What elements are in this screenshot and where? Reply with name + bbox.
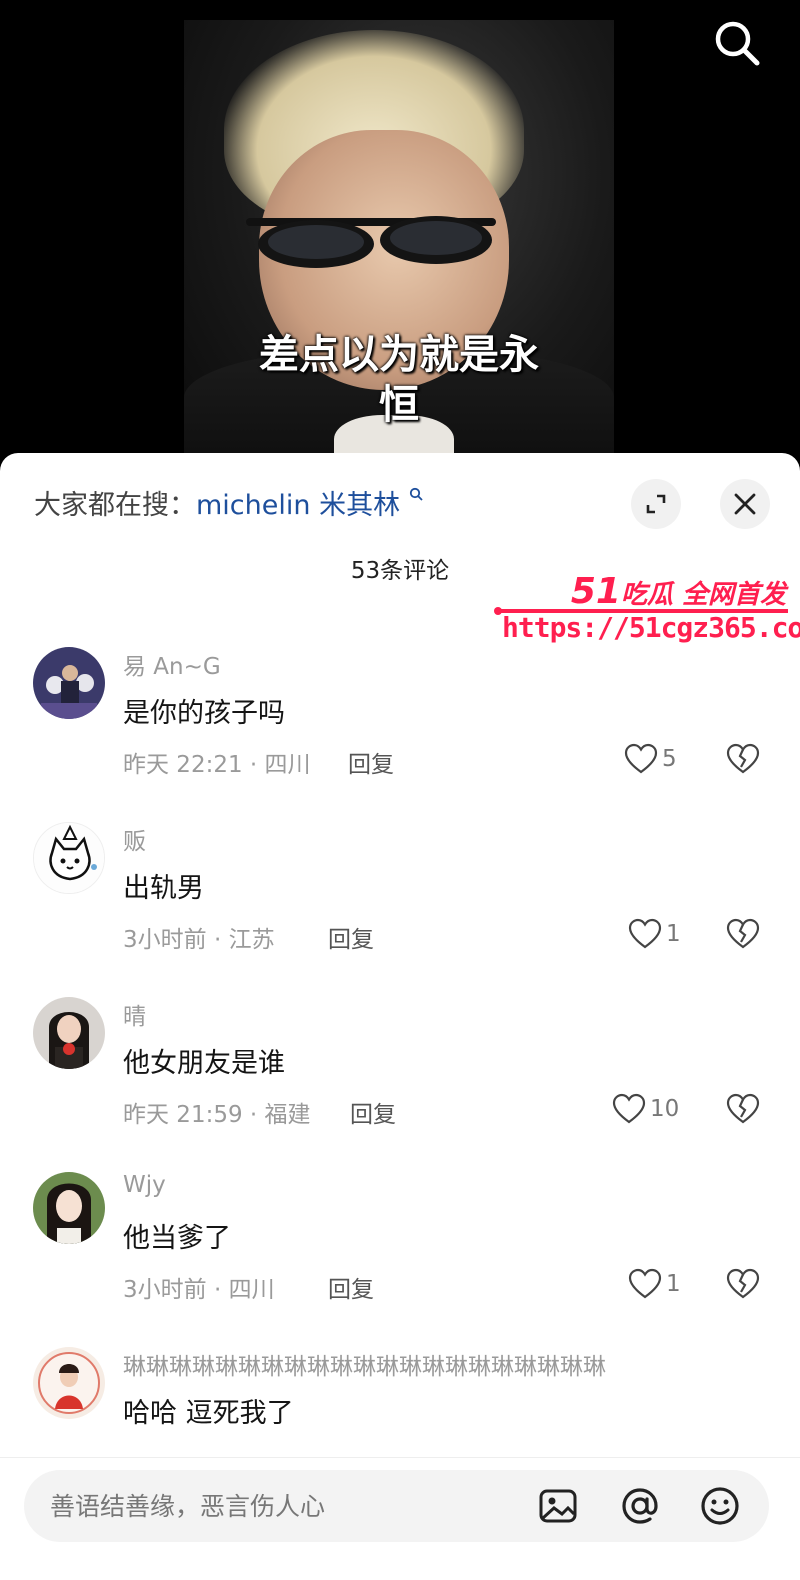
comment-input-container (24, 1470, 769, 1542)
comment-input[interactable] (50, 1470, 520, 1542)
broken-heart-icon (726, 743, 760, 774)
video-figure-sunglasses (246, 216, 496, 268)
close-button[interactable] (720, 479, 770, 529)
comment-text: 哈哈 逗死我了 (123, 1398, 294, 1429)
like-button[interactable]: 1 (628, 1268, 681, 1300)
comment-username[interactable]: 易 An~G (123, 647, 221, 681)
avatar[interactable] (33, 1347, 105, 1419)
comment-item: Wjy 他当爹了 3小时前 · 四川 回复 1 (0, 1172, 800, 1347)
comment-sheet: 大家都在搜：michelin 米其林 53条评论 51吃瓜 全网首发 https… (0, 453, 800, 1580)
subtitle-line-1: 差点以为就是永 (259, 332, 539, 378)
search-icon (715, 21, 760, 66)
broken-heart-icon (726, 1268, 760, 1299)
like-button[interactable]: 10 (612, 1093, 679, 1125)
broken-heart-icon (726, 1093, 760, 1124)
watermark-brand: 51吃瓜 全网首发 (571, 571, 786, 612)
heart-icon (628, 918, 662, 949)
broken-heart-icon (726, 918, 760, 949)
heart-icon (628, 1268, 662, 1299)
comment-meta: 3小时前 · 四川 (123, 1277, 275, 1303)
trending-search-bar: 大家都在搜：michelin 米其林 (34, 483, 423, 522)
subtitle-line-2: 恒 (379, 382, 419, 428)
watermark-brand-text: 吃瓜 全网首发 (620, 580, 786, 610)
dislike-button[interactable] (726, 1268, 760, 1304)
comment-text: 是你的孩子吗 (123, 698, 285, 729)
comment-text: 他女朋友是谁 (123, 1048, 285, 1079)
heart-icon (612, 1093, 646, 1124)
watermark-number: 51 (570, 571, 621, 612)
comment-item: 晴 他女朋友是谁 昨天 21:59 · 福建 回复 10 (0, 997, 800, 1172)
like-count: 1 (666, 921, 681, 947)
search-button[interactable] (712, 18, 762, 68)
comment-username[interactable]: 贩 (123, 822, 146, 856)
dislike-button[interactable] (726, 1093, 760, 1129)
watermark-url: https://51cgz365.com (502, 611, 800, 644)
like-count: 1 (666, 1271, 681, 1297)
video-subtitle: 差点以为就是永 恒 (184, 330, 614, 430)
expand-icon (646, 494, 666, 514)
like-count: 10 (650, 1096, 680, 1122)
close-icon (734, 493, 756, 515)
expand-button[interactable] (631, 479, 681, 529)
comment-item: 易 An~G 是你的孩子吗 昨天 22:21 · 四川 回复 5 (0, 647, 800, 822)
like-button[interactable]: 1 (628, 918, 681, 950)
avatar[interactable] (33, 647, 105, 719)
mention-button[interactable] (616, 1482, 664, 1530)
trending-search-prefix: 大家都在搜： (34, 490, 196, 521)
avatar[interactable] (33, 997, 105, 1069)
heart-icon (624, 743, 658, 774)
magnifier-icon (409, 487, 423, 501)
image-button[interactable] (534, 1482, 582, 1530)
comment-text: 出轨男 (123, 873, 204, 904)
comment-meta: 3小时前 · 江苏 (123, 927, 275, 953)
image-icon (539, 1489, 577, 1523)
trending-search-link[interactable]: michelin 米其林 (196, 490, 400, 521)
like-count: 5 (662, 746, 677, 772)
at-icon (622, 1488, 658, 1524)
reply-button[interactable]: 回复 (328, 920, 374, 954)
comment-meta: 昨天 21:59 · 福建 (123, 1102, 311, 1128)
dislike-button[interactable] (726, 918, 760, 954)
video-player[interactable]: 差点以为就是永 恒 (0, 0, 800, 470)
emoji-icon (701, 1487, 739, 1525)
comment-item: 贩 出轨男 3小时前 · 江苏 回复 1 (0, 822, 800, 997)
reply-button[interactable]: 回复 (348, 745, 394, 779)
comment-username[interactable]: 晴 (123, 997, 146, 1031)
avatar[interactable] (33, 1172, 105, 1244)
reply-button[interactable]: 回复 (350, 1095, 396, 1129)
avatar[interactable] (33, 822, 105, 894)
comment-input-bar (0, 1457, 800, 1580)
comment-username[interactable]: Wjy (123, 1172, 166, 1198)
reply-button[interactable]: 回复 (328, 1270, 374, 1304)
comment-text: 他当爹了 (123, 1223, 231, 1254)
dislike-button[interactable] (726, 743, 760, 779)
emoji-button[interactable] (696, 1482, 744, 1530)
comment-username[interactable]: 琳琳琳琳琳琳琳琳琳琳琳琳琳琳琳琳琳琳琳琳琳 (123, 1347, 606, 1381)
like-button[interactable]: 5 (624, 743, 677, 775)
comment-meta: 昨天 22:21 · 四川 (123, 752, 311, 778)
